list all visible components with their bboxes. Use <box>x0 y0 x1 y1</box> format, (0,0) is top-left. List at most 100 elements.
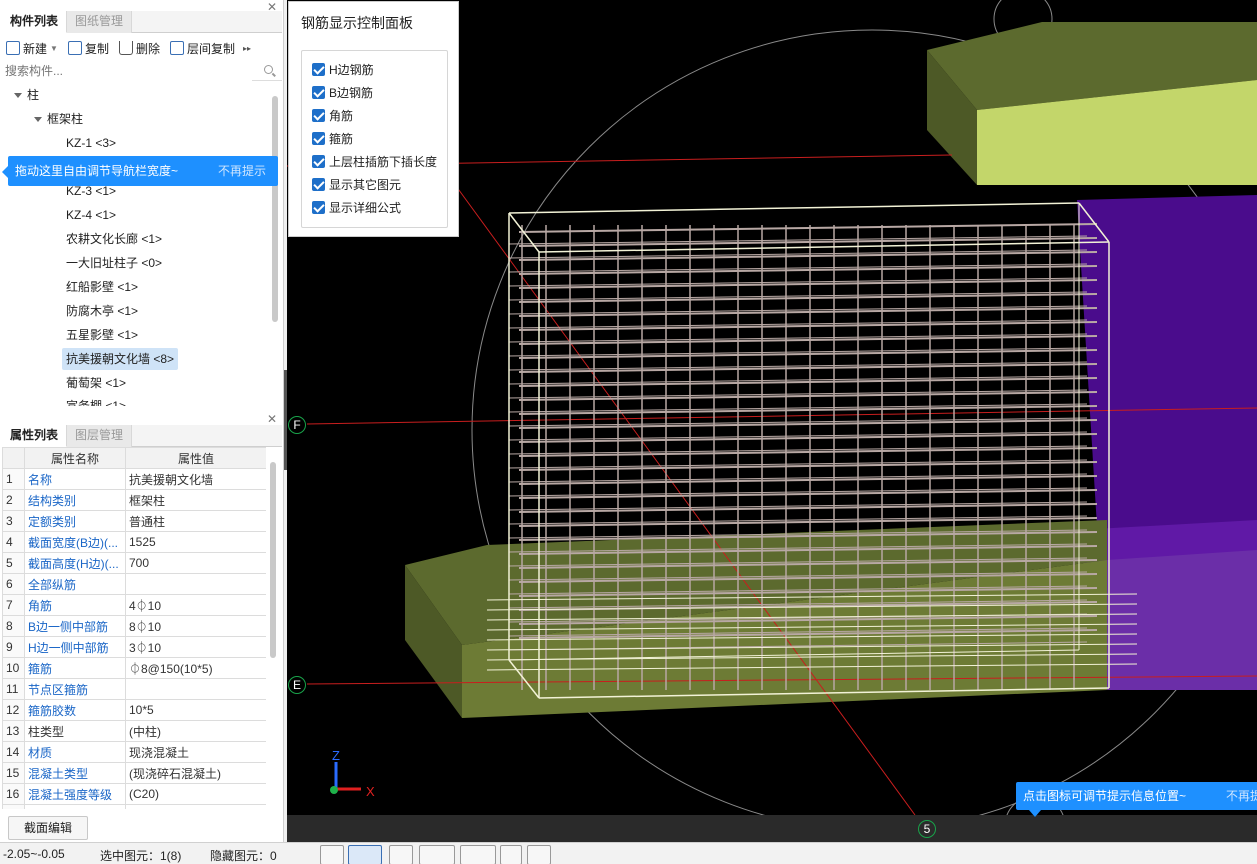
expand-icon[interactable] <box>34 117 42 123</box>
stirrup-bar <box>518 223 1098 233</box>
info-tip-dismiss-button[interactable]: 不再提示 <box>1226 782 1257 810</box>
tree-scrollbar[interactable] <box>272 96 278 322</box>
tree-item[interactable]: 防腐木亭 <1> <box>66 300 138 322</box>
checkbox-icon[interactable] <box>312 154 325 168</box>
display-button[interactable] <box>500 845 522 864</box>
property-row[interactable]: 14 材质 现浇混凝土 <box>2 741 266 763</box>
property-row-index: 3 <box>2 510 25 532</box>
option-b-rebar[interactable]: B边钢筋 <box>312 82 373 102</box>
tree-item[interactable]: 农耕文化长廊 <1> <box>66 228 162 250</box>
property-scrollbar[interactable] <box>270 462 276 658</box>
property-value[interactable]: 现浇混凝土 <box>125 741 266 763</box>
tree-node-root[interactable]: 柱 <box>14 84 39 106</box>
angle-snap-button[interactable] <box>419 845 455 864</box>
property-value[interactable]: 1525 <box>125 531 266 553</box>
option-show-formula[interactable]: 显示详细公式 <box>312 197 401 217</box>
more-icon[interactable]: ▸▸ <box>243 44 251 53</box>
info-tip-text: 点击图标可调节提示信息位置~ <box>1023 789 1187 803</box>
stirrup-bar <box>518 377 1098 387</box>
property-row[interactable]: 17混凝土外加剂(无) <box>2 804 266 809</box>
property-value[interactable]: 抗美援朝文化墙 <box>125 468 266 490</box>
close-icon[interactable]: ✕ <box>267 413 277 425</box>
property-row[interactable]: 1 名称 抗美援朝文化墙 <box>2 468 266 490</box>
property-name: 箍筋胶数 <box>24 699 126 721</box>
property-value[interactable]: 10*5 <box>125 699 266 721</box>
property-row[interactable]: 4 截面宽度(B边)(... 1525 <box>2 531 266 553</box>
property-row[interactable]: 5 截面高度(H边)(... 700 <box>2 552 266 574</box>
property-row-index: 8 <box>2 615 25 637</box>
tab-component-list[interactable]: 构件列表 <box>2 11 68 33</box>
property-value[interactable]: ⏀8@150(10*5) <box>125 657 266 679</box>
property-row[interactable]: 16 混凝土强度等级 (C20) <box>2 783 266 805</box>
delete-button[interactable]: 删除 <box>118 40 160 57</box>
selection-mode-button[interactable] <box>348 845 382 864</box>
tree-item[interactable]: 葡萄架 <1> <box>66 372 126 394</box>
property-value[interactable] <box>125 573 266 595</box>
tab-drawing-manage[interactable]: 图纸管理 <box>67 11 133 33</box>
checkbox-icon[interactable] <box>312 85 325 99</box>
option-upper-column-dowel[interactable]: 上层柱插筋下插长度 <box>312 151 437 171</box>
info-position-tip: 点击图标可调节提示信息位置~ 不再提示 <box>1016 782 1257 810</box>
option-h-rebar[interactable]: H边钢筋 <box>312 59 374 79</box>
property-row[interactable]: 3 定额类别 普通柱 <box>2 510 266 532</box>
tree-item[interactable]: 一大旧址柱子 <0> <box>66 252 162 274</box>
checkbox-icon[interactable] <box>312 131 325 145</box>
tree-item[interactable]: 五星影壁 <1> <box>66 324 138 346</box>
property-value[interactable]: (现浇碎石混凝土) <box>125 762 266 784</box>
expand-icon[interactable] <box>14 93 22 99</box>
property-row[interactable]: 15 混凝土类型 (现浇碎石混凝土) <box>2 762 266 784</box>
tree-item[interactable]: 宣务棚 <1> <box>66 396 126 406</box>
property-row-index: 7 <box>2 594 25 616</box>
property-value[interactable]: 700 <box>125 552 266 574</box>
chevron-down-icon[interactable]: ▼ <box>50 44 58 53</box>
search-icon[interactable] <box>264 65 273 74</box>
component-tabbar: 构件列表 图纸管理 <box>2 11 282 33</box>
property-value[interactable]: 8⏀10 <box>125 615 266 637</box>
stirrup-bar <box>518 489 1098 499</box>
new-button[interactable]: 新建 ▼ <box>6 40 58 57</box>
tree-item-selected[interactable]: 抗美援朝文化墙 <8> <box>62 348 179 370</box>
tree-item[interactable]: 红船影壁 <1> <box>66 276 138 298</box>
property-row[interactable]: 9 H边一侧中部筋 3⏀10 <box>2 636 266 658</box>
property-value[interactable]: 普通柱 <box>125 510 266 532</box>
stirrup-bar <box>518 251 1098 261</box>
floor-copy-label: 层间复制 <box>186 41 235 56</box>
property-value[interactable] <box>125 678 266 700</box>
option-stirrup[interactable]: 箍筋 <box>312 128 353 148</box>
checkbox-icon[interactable] <box>312 177 325 191</box>
cross-snap-button[interactable] <box>389 845 413 864</box>
property-value[interactable]: (C20) <box>125 783 266 805</box>
property-value[interactable]: (中柱) <box>125 720 266 742</box>
property-row[interactable]: 8 B边一侧中部筋 8⏀10 <box>2 615 266 637</box>
checkbox-icon[interactable] <box>312 62 325 76</box>
property-value[interactable]: 3⏀10 <box>125 636 266 658</box>
property-value[interactable]: 4⏀10 <box>125 594 266 616</box>
tab-layer-manage[interactable]: 图层管理 <box>67 425 133 447</box>
property-value[interactable]: 框架柱 <box>125 489 266 511</box>
property-row[interactable]: 11 节点区箍筋 <box>2 678 266 700</box>
orthogonal-snap-button[interactable] <box>320 845 344 864</box>
slope-button[interactable] <box>527 845 551 864</box>
tree-item[interactable]: KZ-4 <1> <box>66 204 116 226</box>
option-show-other-elements[interactable]: 显示其它图元 <box>312 174 401 194</box>
property-row[interactable]: 6 全部纵筋 <box>2 573 266 595</box>
copy-button[interactable]: 复制 <box>67 40 109 57</box>
property-row[interactable]: 7 角筋 4⏀10 <box>2 594 266 616</box>
checkbox-icon[interactable] <box>312 108 325 122</box>
section-edit-button[interactable]: 截面编辑 <box>8 816 88 840</box>
offset-button[interactable] <box>460 845 496 864</box>
option-corner-rebar[interactable]: 角筋 <box>312 105 353 125</box>
tree-node-group[interactable]: 框架柱 <box>34 108 83 130</box>
tree-item[interactable]: KZ-1 <3> <box>66 132 116 154</box>
floor-copy-button[interactable]: 层间复制 <box>169 40 235 57</box>
property-row[interactable]: 10 箍筋 ⏀8@150(10*5) <box>2 657 266 679</box>
property-row[interactable]: 12 箍筋胶数 10*5 <box>2 699 266 721</box>
search-input[interactable] <box>2 61 252 81</box>
nav-tip-dismiss-button[interactable]: 不再提示 <box>218 156 266 186</box>
property-row[interactable]: 13 柱类型 (中柱) <box>2 720 266 742</box>
property-value[interactable]: (无) <box>125 804 266 809</box>
tab-property-list[interactable]: 属性列表 <box>2 425 68 447</box>
viewport-bottom-strip <box>287 815 1257 842</box>
property-row[interactable]: 2 结构类别 框架柱 <box>2 489 266 511</box>
checkbox-icon[interactable] <box>312 200 325 214</box>
